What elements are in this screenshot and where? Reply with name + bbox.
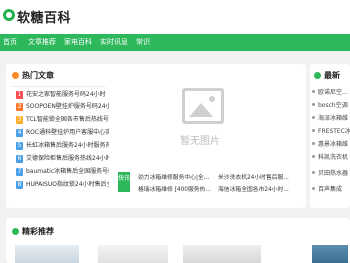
title-divider: [10, 86, 106, 87]
hot-item-title[interactable]: TCL智能锁全国各市售后热线号码: [26, 115, 118, 125]
nav-item-recommend[interactable]: 文章推荐: [28, 34, 56, 51]
hot-item-title[interactable]: 长虹冰箱售后服务24小时服务热: [26, 141, 118, 151]
rank-badge: 2: [16, 103, 23, 111]
logo-leaf-icon[interactable]: [3, 9, 15, 21]
nav-item-home[interactable]: 首页: [3, 34, 17, 51]
recommend-thumbnail[interactable]: [312, 245, 348, 263]
hot-item-title[interactable]: 花安之家智能服务号码24小时: [26, 90, 118, 100]
image-placeholder-icon: [182, 88, 224, 124]
latest-item[interactable]: 欧诺尼空...: [318, 87, 348, 96]
rank-badge: 7: [16, 168, 23, 176]
news-flash-item[interactable]: 米沙洗衣机24小时售后服...: [218, 172, 289, 181]
nav-item-appliances[interactable]: 家电百科: [64, 34, 92, 51]
latest-item[interactable]: 惠景冰箱维: [318, 139, 348, 148]
hot-item-title[interactable]: ROC通科壁挂炉用户客服中心实: [26, 128, 118, 138]
rank-badge: 5: [16, 142, 23, 150]
latest-item[interactable]: bosch空调: [318, 100, 348, 109]
site-logo-text[interactable]: 软糖百科: [17, 7, 71, 26]
placeholder-text: 暂无图片: [180, 136, 220, 147]
flame-icon: [12, 72, 19, 79]
latest-item[interactable]: 贝田热水器: [318, 168, 348, 177]
recommend-title: 精彩推荐: [22, 227, 54, 236]
top-header: 软糖百科: [0, 0, 350, 34]
nav-item-news[interactable]: 实时讯息: [100, 34, 128, 51]
news-flash-item[interactable]: 海信冰箱全国各市24小时...: [218, 184, 289, 193]
main-nav: 首页 文章推荐 家电百科 实时讯息 常识: [0, 34, 350, 51]
hot-item-title[interactable]: SOOPOEN壁挂炉服务号码24小: [26, 102, 118, 112]
bullet-icon: [312, 187, 315, 190]
latest-item[interactable]: 百声集成: [318, 184, 342, 193]
bullet-icon: [312, 171, 315, 174]
rank-badge: 3: [16, 116, 23, 124]
news-flash-badge: 快讯: [118, 172, 130, 192]
latest-item[interactable]: FRESTEC冰: [318, 126, 350, 135]
hot-item-title[interactable]: HUPAISUO指纹锁24小时售后全: [26, 180, 118, 190]
bullet-icon: [312, 103, 315, 106]
hot-articles-title: 热门文章: [22, 71, 54, 80]
rank-badge: 6: [16, 155, 23, 163]
clock-icon: [314, 72, 321, 79]
bullet-icon: [312, 116, 315, 119]
latest-title: 最新: [324, 71, 340, 80]
bullet-icon: [312, 129, 315, 132]
rank-badge: 1: [16, 91, 23, 99]
bullet-icon: [312, 155, 315, 158]
recommend-thumbnail[interactable]: [98, 245, 168, 263]
rank-badge: 8: [16, 181, 23, 189]
recommend-thumbnail[interactable]: [183, 245, 261, 263]
recommend-thumbnail[interactable]: [15, 245, 79, 263]
hot-item-title[interactable]: 艾德保险柜售后服务热线24小时: [26, 154, 118, 164]
bullet-icon: [312, 142, 315, 145]
latest-item[interactable]: 海派冰箱维: [318, 113, 348, 122]
news-flash-item[interactable]: 劲力冰箱维修服务中心|全...: [138, 172, 209, 181]
bullet-icon: [312, 90, 315, 93]
nav-item-knowledge[interactable]: 常识: [136, 34, 150, 51]
news-flash-item[interactable]: 格瑞冰箱维修 [400服务热...: [138, 184, 211, 193]
star-icon: [12, 228, 19, 235]
rank-badge: 4: [16, 129, 23, 137]
latest-item[interactable]: 科凯洗衣机: [318, 152, 348, 161]
hot-item-title[interactable]: baumatic冰箱售后全国服务号码: [26, 167, 118, 177]
